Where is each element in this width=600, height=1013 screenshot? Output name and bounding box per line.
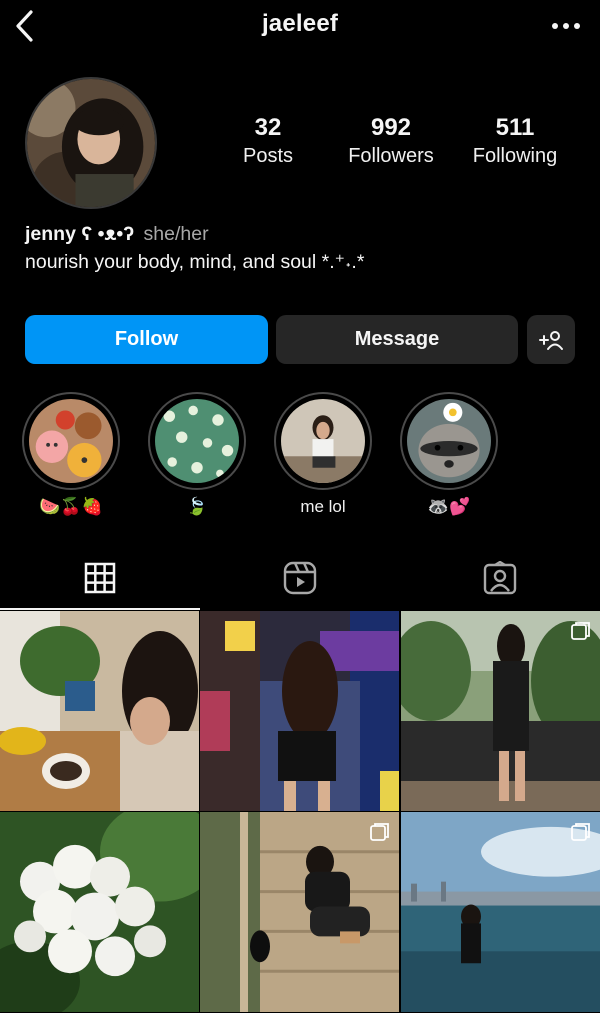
- highlight-label: me lol: [300, 497, 346, 516]
- message-button[interactable]: Message: [276, 315, 518, 364]
- highlight-label: 🦝💕: [427, 497, 471, 516]
- carousel-icon: [370, 823, 389, 841]
- post-thumbnail[interactable]: [200, 611, 399, 811]
- avatar-image: [27, 79, 155, 207]
- highlight-ring: [148, 392, 246, 490]
- following-count-value: 511: [495, 114, 535, 141]
- profile-bio: jenny ʕ •ᴥ•ʔ she/her nourish your body, …: [25, 220, 364, 276]
- story-highlight[interactable]: 🍉🍒🍓: [22, 392, 120, 518]
- follow-button[interactable]: Follow: [25, 315, 268, 364]
- active-tab-indicator: [0, 608, 200, 610]
- add-person-icon: [539, 330, 563, 350]
- followers-count-label: Followers: [348, 145, 434, 167]
- carousel-icon: [571, 622, 590, 640]
- post-thumbnail[interactable]: [401, 611, 600, 811]
- profile-tabs: [0, 548, 600, 610]
- story-highlight[interactable]: 🦝💕: [400, 392, 498, 518]
- pronouns: she/her: [143, 223, 209, 245]
- highlight-cover: [29, 399, 113, 483]
- more-options-button[interactable]: [546, 12, 586, 40]
- highlight-cover: [407, 399, 491, 483]
- bio-name-line: jenny ʕ •ᴥ•ʔ she/her: [25, 220, 364, 248]
- reels-icon: [283, 561, 317, 595]
- highlight-cover: [281, 399, 365, 483]
- highlight-ring: [22, 392, 120, 490]
- display-name: jenny ʕ •ᴥ•ʔ: [25, 223, 135, 245]
- tab-posts-grid[interactable]: [0, 558, 200, 598]
- profile-avatar[interactable]: [25, 77, 157, 209]
- tab-tagged[interactable]: [400, 558, 600, 598]
- following-count-label: Following: [472, 145, 558, 167]
- more-horizontal-icon: [552, 23, 580, 29]
- grid-icon: [84, 562, 116, 594]
- followers-count-value: 992: [370, 114, 412, 141]
- post-thumbnail[interactable]: [0, 812, 199, 1012]
- post-thumbnail[interactable]: [0, 611, 199, 811]
- post-thumbnail[interactable]: [401, 812, 600, 1012]
- story-highlight[interactable]: 🍃: [148, 392, 246, 518]
- highlight-cover: [155, 399, 239, 483]
- posts-count[interactable]: 32 Posts: [228, 114, 308, 170]
- highlight-ring: [274, 392, 372, 490]
- carousel-icon: [571, 823, 590, 841]
- suggested-accounts-button[interactable]: [527, 315, 575, 364]
- followers-count[interactable]: 992 Followers: [336, 114, 446, 170]
- posts-grid: [0, 611, 600, 1013]
- highlight-label: 🍉🍒🍓: [39, 497, 103, 516]
- posts-count-value: 32: [254, 114, 282, 141]
- post-thumbnail[interactable]: [200, 812, 399, 1012]
- profile-username: jaeleef: [261, 10, 339, 37]
- tab-reels[interactable]: [200, 558, 400, 598]
- following-count[interactable]: 511 Following: [460, 114, 570, 170]
- tagged-icon: [483, 561, 517, 595]
- highlight-label: 🍃: [186, 497, 208, 516]
- story-highlight[interactable]: me lol: [274, 392, 372, 518]
- bio-text: nourish your body, mind, and soul *.⁺˖.*: [25, 251, 365, 273]
- posts-count-label: Posts: [242, 145, 294, 167]
- top-bar: jaeleef: [0, 0, 600, 52]
- highlight-ring: [400, 392, 498, 490]
